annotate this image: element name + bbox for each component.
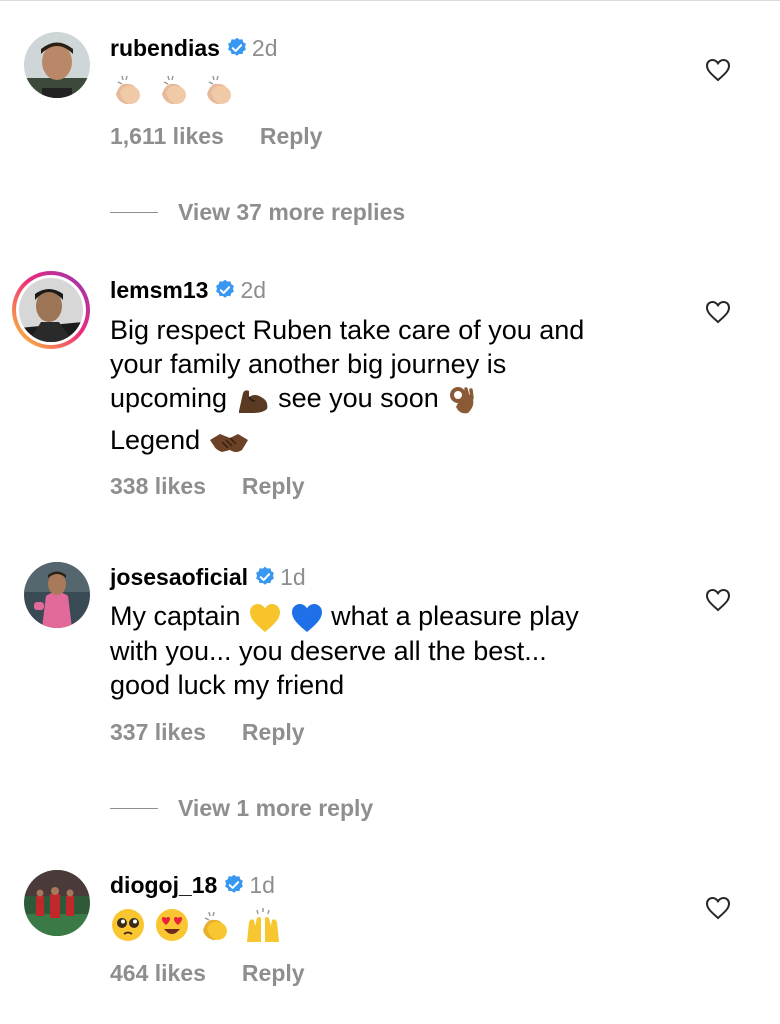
avatar[interactable] xyxy=(24,562,90,628)
comment-text-line: your family another big journey is xyxy=(110,349,507,379)
comment-text-part: upcoming xyxy=(110,383,228,413)
comment-text-line: Big respect Ruben take care of you and xyxy=(110,315,585,345)
comment-text-line-with-emoji: My captain what a pleasure play xyxy=(110,599,579,634)
blue-heart-icon xyxy=(291,603,322,632)
username[interactable]: diogoj_18 xyxy=(110,872,217,898)
comment-text xyxy=(110,70,239,108)
view-more-line xyxy=(110,808,158,809)
comment-text-part: Legend xyxy=(110,424,201,455)
username[interactable]: rubendias xyxy=(110,35,220,61)
verified-badge-icon xyxy=(223,874,245,902)
comment-header: rubendias 2d xyxy=(110,34,278,65)
comment-meta: 338 likes Reply xyxy=(110,472,305,500)
comment-meta: 1,611 likes Reply xyxy=(110,122,322,150)
avatar-inner xyxy=(16,275,86,345)
username[interactable]: lemsm13 xyxy=(110,277,208,303)
verified-badge-icon xyxy=(254,566,276,594)
comment-meta: 337 likes Reply xyxy=(110,718,305,746)
raising-hands-icon xyxy=(246,908,279,942)
comment-header: josesaoficial 1d xyxy=(110,563,306,594)
ok-hand-icon xyxy=(450,386,474,414)
reply-button[interactable]: Reply xyxy=(242,473,305,499)
clapping-hands-icon xyxy=(203,911,228,940)
comment-text-part: My captain xyxy=(110,601,241,631)
comment-text-line-with-emoji: upcoming see you soon xyxy=(110,381,584,417)
comment-text-line: good luck my friend xyxy=(110,669,345,700)
comment-text: My captain what a pleasure play with you… xyxy=(110,599,579,702)
handshake-icon xyxy=(209,433,248,452)
like-heart-icon[interactable] xyxy=(705,300,731,324)
pleading-face-icon xyxy=(112,909,144,941)
like-heart-icon[interactable] xyxy=(705,896,731,920)
comment-text: Big respect Ruben take care of you and y… xyxy=(110,313,584,457)
avatar-story-ring[interactable] xyxy=(12,271,90,349)
timestamp: 1d xyxy=(249,872,275,898)
emoji-row xyxy=(110,906,283,944)
yellow-heart-icon xyxy=(250,603,281,632)
comment-header: diogoj_18 1d xyxy=(110,871,275,902)
flexed-biceps-icon xyxy=(238,390,267,413)
emoji-row xyxy=(110,70,239,108)
reply-button[interactable]: Reply xyxy=(242,960,305,986)
clapping-hands-icon xyxy=(161,75,186,104)
likes-count[interactable]: 338 likes xyxy=(110,473,206,499)
reply-button[interactable]: Reply xyxy=(242,719,305,745)
comment-text-line-with-emoji: Legend xyxy=(110,423,584,457)
top-divider xyxy=(0,0,780,1)
like-heart-icon[interactable] xyxy=(705,58,731,82)
comment-meta: 464 likes Reply xyxy=(110,959,305,987)
comment-text xyxy=(110,906,283,944)
clapping-hands-icon xyxy=(207,75,232,104)
verified-badge-icon xyxy=(214,279,236,307)
view-more-label[interactable]: View 1 more reply xyxy=(178,794,373,822)
view-more-label[interactable]: View 37 more replies xyxy=(178,198,405,226)
timestamp: 2d xyxy=(251,35,278,61)
avatar[interactable] xyxy=(24,870,90,936)
like-heart-icon[interactable] xyxy=(705,588,731,612)
clapping-hands-icon xyxy=(116,75,140,104)
heart-eyes-face-icon xyxy=(155,909,188,941)
timestamp: 2d xyxy=(240,277,267,303)
likes-count[interactable]: 1,611 likes xyxy=(110,123,224,149)
verified-badge-icon xyxy=(226,37,248,65)
avatar xyxy=(19,278,83,342)
comment-text-line: with you... you deserve all the best... xyxy=(110,635,547,666)
comment-text-part: see you soon xyxy=(278,383,439,413)
reply-button[interactable]: Reply xyxy=(260,123,323,149)
comment-text-part: what a pleasure play xyxy=(331,601,579,631)
avatar[interactable] xyxy=(24,32,90,98)
timestamp: 1d xyxy=(280,564,306,590)
username[interactable]: josesaoficial xyxy=(110,564,248,590)
likes-count[interactable]: 337 likes xyxy=(110,719,206,745)
view-more-line xyxy=(110,212,158,213)
comment-header: lemsm13 2d xyxy=(110,276,266,307)
likes-count[interactable]: 464 likes xyxy=(110,960,206,986)
